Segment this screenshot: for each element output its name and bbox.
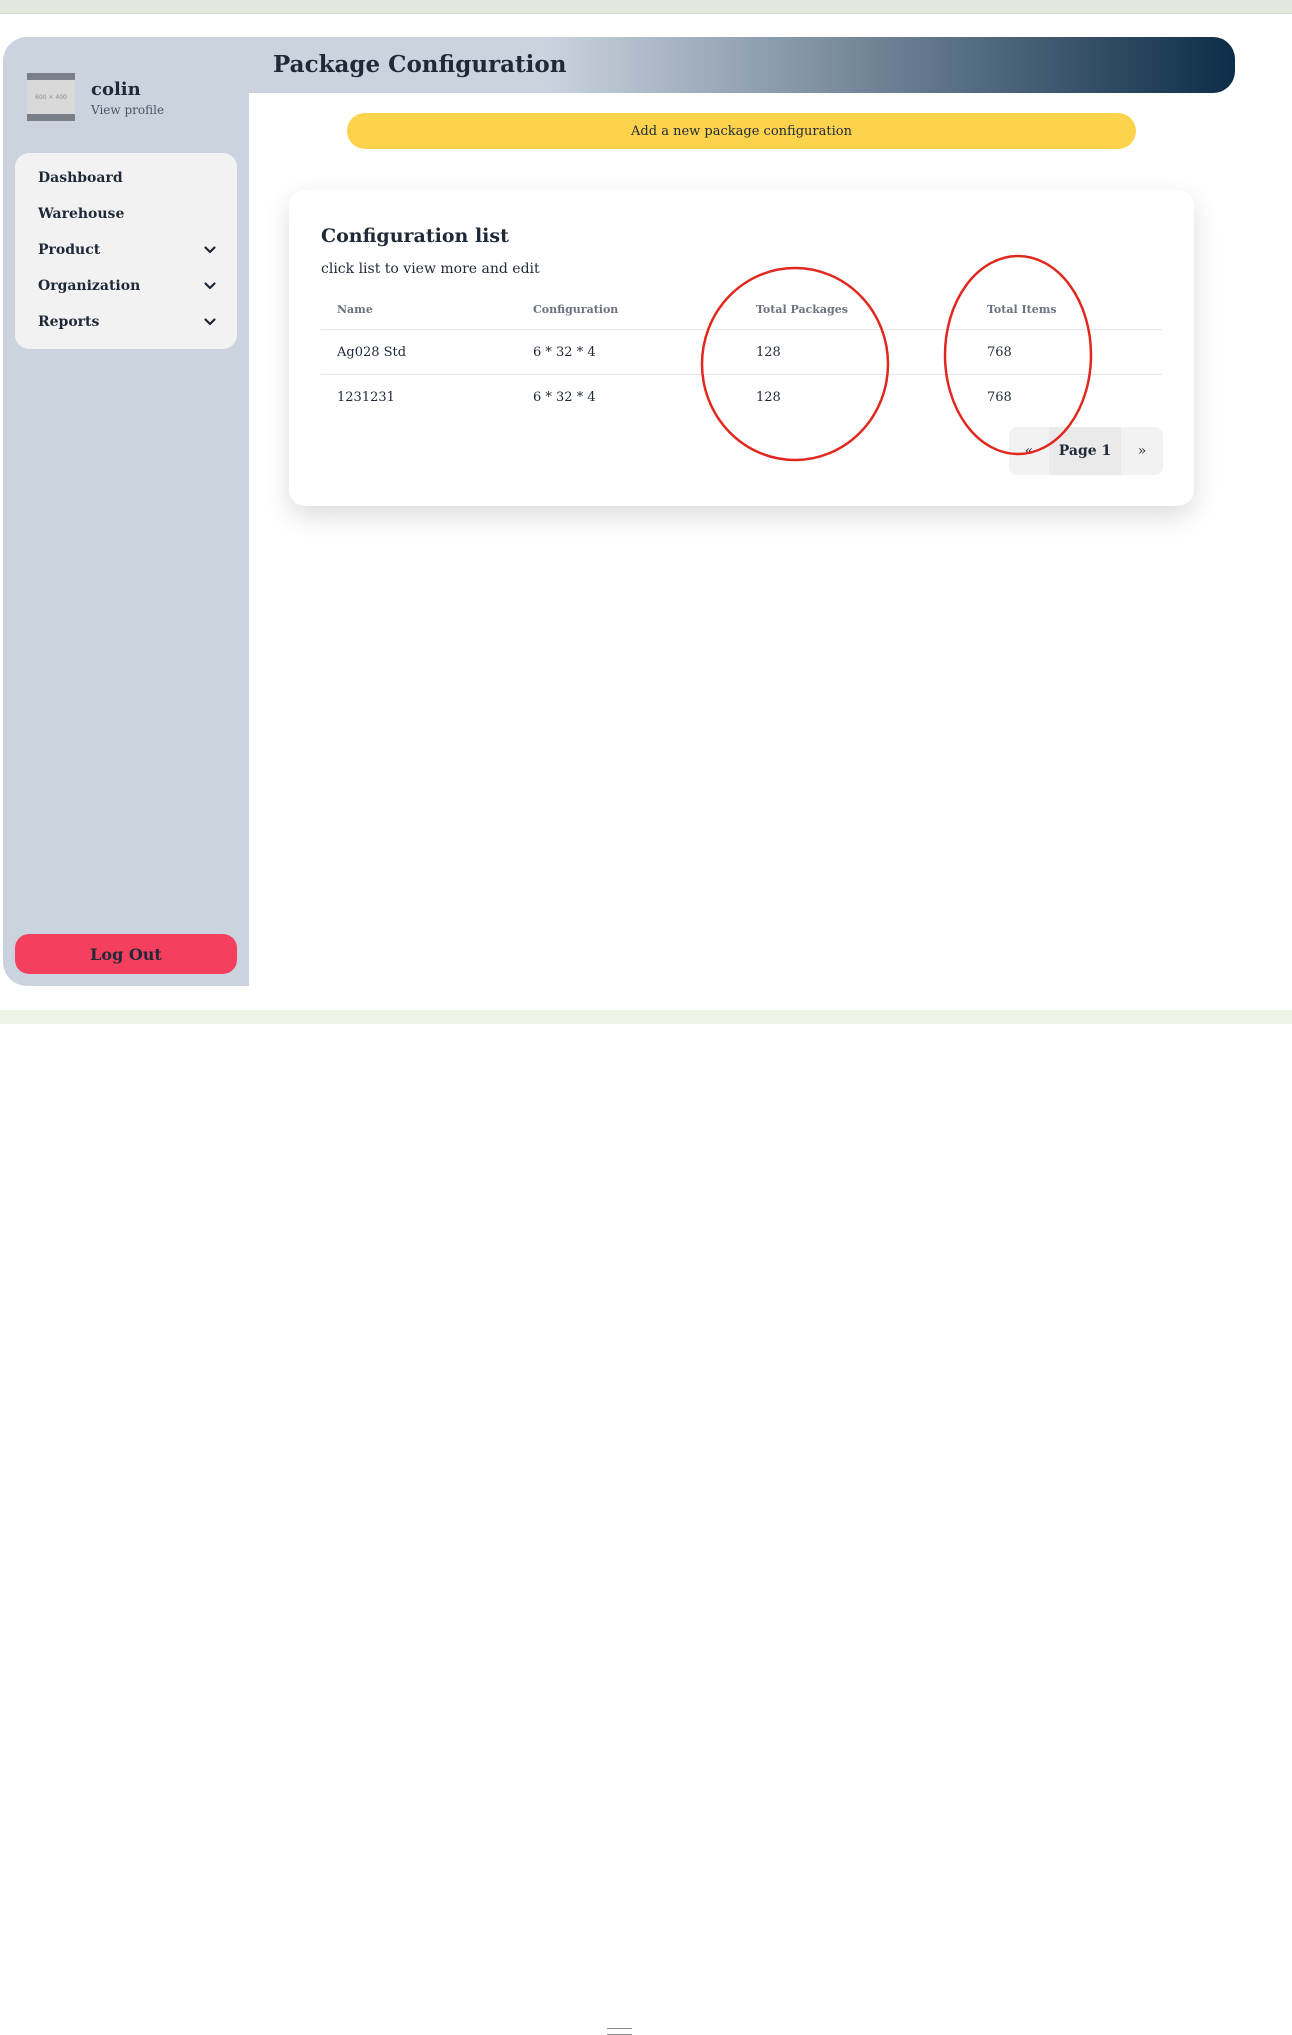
add-package-configuration-button[interactable]: Add a new package configuration (347, 113, 1136, 149)
header-total-packages: Total Packages (756, 303, 848, 316)
pagination: « Page 1 » (1009, 427, 1163, 475)
header-total-items: Total Items (987, 303, 1057, 316)
sidebar: 600 × 400 colin View profile Dashboard W… (3, 37, 249, 986)
logout-button[interactable]: Log Out (15, 934, 237, 974)
cell-total-items: 768 (987, 344, 1012, 360)
cell-configuration: 6 * 32 * 4 (533, 344, 596, 360)
sidebar-item-label: Dashboard (38, 170, 123, 186)
username: colin (91, 79, 141, 100)
cell-configuration: 6 * 32 * 4 (533, 389, 596, 405)
table-row[interactable]: 1231231 6 * 32 * 4 128 768 (321, 375, 1163, 419)
sidebar-item-product[interactable]: Product (15, 232, 237, 268)
sidebar-item-label: Product (38, 242, 101, 258)
configuration-list-card: Configuration list click list to view mo… (289, 190, 1194, 506)
bottom-bar (0, 1010, 1292, 2035)
sidebar-item-dashboard[interactable]: Dashboard (15, 160, 237, 196)
cell-total-packages: 128 (756, 389, 781, 405)
header-name: Name (337, 303, 373, 316)
sidebar-item-reports[interactable]: Reports (15, 304, 237, 340)
sidebar-item-label: Warehouse (38, 206, 125, 222)
chevron-down-icon[interactable] (203, 279, 217, 293)
sidebar-item-organization[interactable]: Organization (15, 268, 237, 304)
view-profile-link[interactable]: View profile (91, 103, 164, 117)
avatar[interactable]: 600 × 400 (27, 73, 75, 121)
table-row[interactable]: Ag028 Std 6 * 32 * 4 128 768 (321, 330, 1163, 375)
header-configuration: Configuration (533, 303, 619, 316)
card-subtitle: click list to view more and edit (321, 261, 540, 277)
previous-page-button[interactable]: « (1009, 427, 1049, 475)
sidebar-item-label: Organization (38, 278, 141, 294)
sidebar-item-label: Reports (38, 314, 100, 330)
sidebar-menu: Dashboard Warehouse Product Organization… (15, 153, 237, 349)
next-page-button[interactable]: » (1121, 427, 1163, 475)
browser-top-strip (0, 0, 1292, 14)
chevron-down-icon[interactable] (203, 243, 217, 257)
page-title: Package Configuration (273, 51, 567, 78)
cell-name: 1231231 (337, 389, 395, 405)
card-title: Configuration list (321, 225, 509, 247)
page-header: Package Configuration (249, 37, 1235, 93)
sidebar-item-warehouse[interactable]: Warehouse (15, 196, 237, 232)
avatar-placeholder-text: 600 × 400 (35, 93, 67, 101)
cell-name: Ag028 Std (337, 344, 407, 360)
chevron-down-icon[interactable] (203, 315, 217, 329)
table-header: Name Configuration Total Packages Total … (321, 290, 1163, 330)
configuration-table: Name Configuration Total Packages Total … (321, 290, 1163, 419)
cell-total-items: 768 (987, 389, 1012, 405)
resize-grip-icon[interactable] (607, 2028, 632, 2035)
page-indicator: Page 1 (1049, 427, 1121, 475)
cell-total-packages: 128 (756, 344, 781, 360)
